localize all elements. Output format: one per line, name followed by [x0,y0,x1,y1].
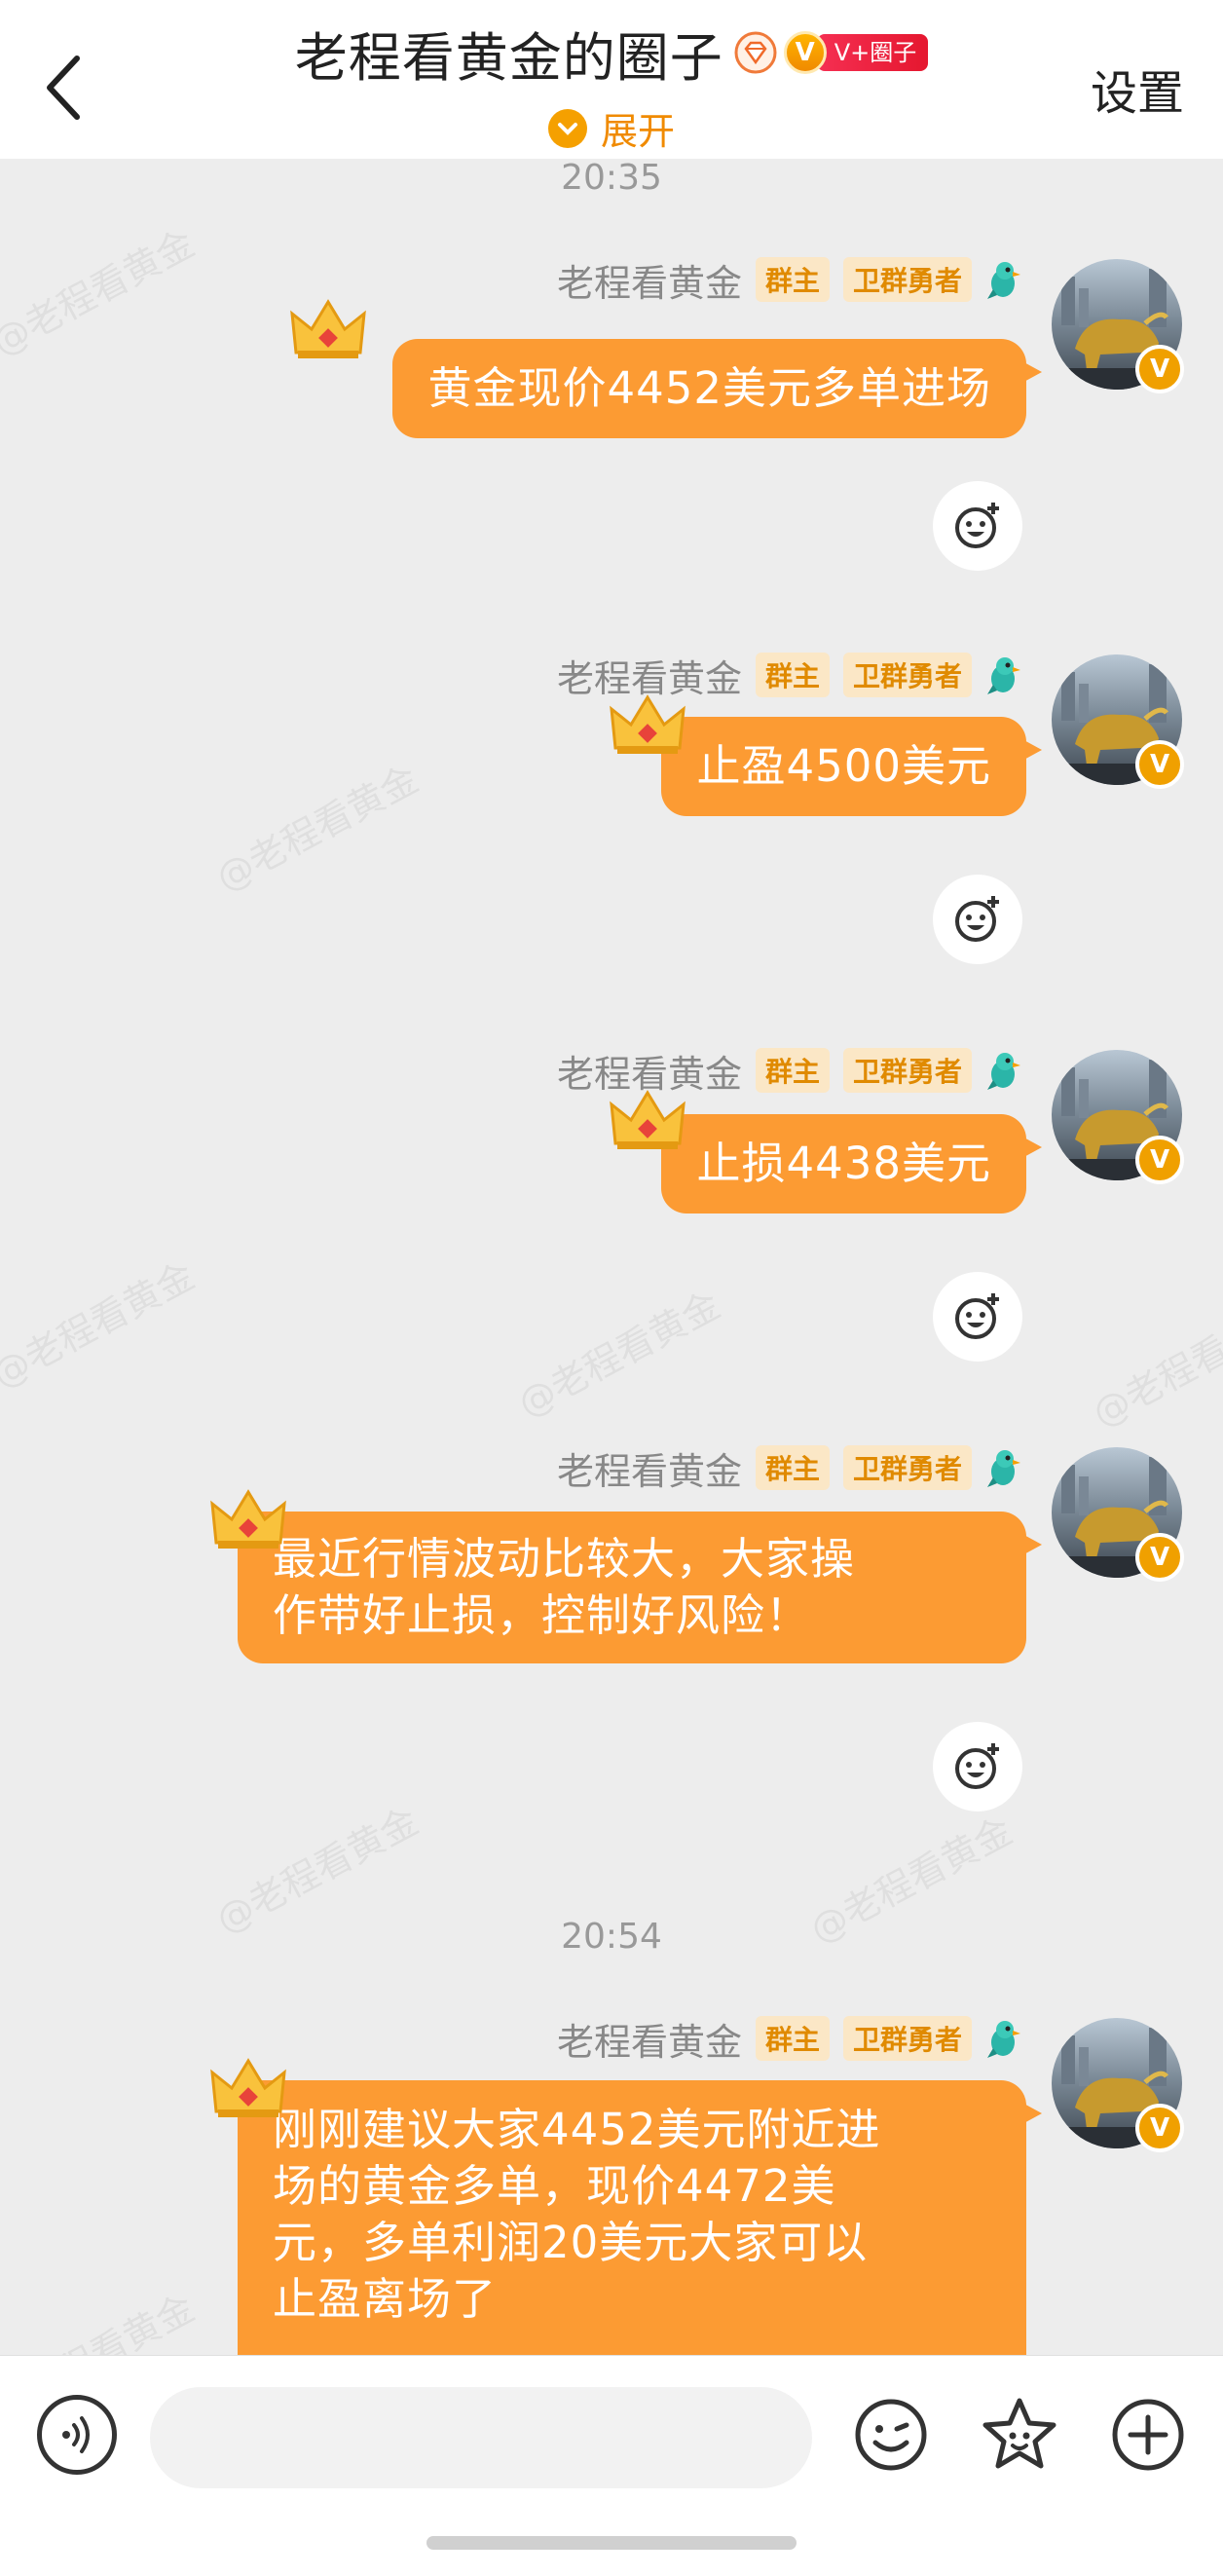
sender-name[interactable]: 老程看黄金 [557,253,742,307]
emoji-add-icon [955,503,999,548]
message-text-line: 止盈离场了 [273,2273,498,2325]
sticker-button[interactable] [980,2395,1059,2475]
guardian-badge: 卫群勇者 [842,1445,972,1490]
more-button[interactable] [1108,2395,1188,2475]
guardian-badge: 卫群勇者 [842,257,972,302]
crown-icon [610,1090,686,1149]
avatar[interactable]: V [1052,259,1184,393]
crown-icon [210,1489,286,1549]
emoji-add-icon [955,1293,999,1339]
title-row[interactable]: 老程看黄金的圈子 V V+圈子 [0,14,1223,92]
message-bubble[interactable]: 止损4438美元 [661,1114,1042,1213]
home-indicator [426,2536,797,2550]
chevron-down-icon [547,108,587,148]
crown-icon [610,694,686,754]
bird-icon [987,1450,1020,1487]
verified-badge-icon: V [1135,2104,1184,2152]
vip-circle-tag: V+圈子 [816,34,929,71]
message-text: 止损4438美元 [696,1138,991,1189]
message-meta: 老程看黄金 群主 卫群勇者 [557,1046,1022,1096]
guardian-badge: 卫群勇者 [842,1048,972,1093]
message-text: 黄金现价4452美元多单进场 [427,362,991,414]
watermark: @老程看黄金 [510,1283,727,1426]
bird-icon [987,1053,1020,1090]
add-reaction-button[interactable] [933,481,1022,571]
diamond-badge-icon [734,31,777,74]
watermark: @老程看黄金 [1085,1292,1223,1436]
crown-icon [210,2058,286,2117]
guardian-badge: 卫群勇者 [842,653,972,697]
message-meta: 老程看黄金 群主 卫群勇者 [557,1441,1022,1495]
star-sticker-icon [982,2398,1056,2469]
expand-label: 展开 [600,110,675,153]
add-reaction-button[interactable] [933,1272,1022,1362]
bird-icon [987,262,1020,299]
vip-v-icon: V [783,31,827,74]
watermark: @老程看黄金 [208,757,426,900]
owner-badge: 群主 [755,257,830,302]
chat-header: 老程看黄金的圈子 V V+圈子 展开 设置 [0,0,1223,159]
page-title: 老程看黄金的圈子 [294,26,723,89]
sender-name[interactable]: 老程看黄金 [557,2012,742,2066]
verified-badge-icon: V [1135,1533,1184,1582]
message-meta: 老程看黄金 群主 卫群勇者 [557,2012,1022,2066]
verified-badge-icon: V [1135,1136,1184,1184]
avatar[interactable]: V [1052,1447,1184,1582]
message-text-line: 元，多单利润20美元大家可以 [273,2217,869,2268]
message-meta: 老程看黄金 群主 卫群勇者 [557,651,1022,700]
add-reaction-button[interactable] [933,875,1022,964]
message-meta: 老程看黄金 群主 卫群勇者 [557,253,1022,307]
avatar[interactable]: V [1052,1050,1184,1184]
message-text-line: 刚刚建议大家4452美元附近进 [273,2104,881,2155]
emoji-add-icon [955,1743,999,1789]
message-text-line: 场的黄金多单，现价4472美 [273,2160,836,2212]
message-bubble[interactable]: 刚刚建议大家4452美元附近进 场的黄金多单，现价4472美 元，多单利润20美… [238,2080,1042,2372]
owner-badge: 群主 [755,653,830,697]
emoji-icon [855,2399,927,2471]
bird-icon [987,2021,1020,2058]
crown-icon [290,299,366,358]
timestamp: 20:35 [561,158,662,198]
settings-button[interactable]: 设置 [1091,55,1184,123]
vip-circle-badge: V V+圈子 [783,31,929,74]
owner-badge: 群主 [755,2016,830,2061]
watermark: @老程看黄金 [0,221,202,364]
message-text: 止盈4500美元 [696,740,991,792]
emoji-button[interactable] [851,2395,931,2475]
watermark: @老程看黄金 [0,1253,202,1397]
bird-icon [987,657,1020,694]
emoji-add-icon [955,896,999,942]
sender-name[interactable]: 老程看黄金 [557,1441,742,1495]
verified-badge-icon: V [1135,345,1184,393]
guardian-badge: 卫群勇者 [842,2016,972,2061]
timestamp: 20:54 [561,1917,662,1957]
expand-toggle[interactable]: 展开 [0,101,1223,155]
message-bubble[interactable]: 止盈4500美元 [661,717,1042,816]
avatar[interactable]: V [1052,2018,1184,2152]
message-text-line: 最近行情波动比较大，大家操 [273,1533,856,1585]
verified-badge-icon: V [1135,740,1184,789]
message-text-line: 作带好止损，控制好风险！ [273,1589,811,1641]
message-bubble[interactable]: 最近行情波动比较大，大家操 作带好止损，控制好风险！ [238,1512,1042,1663]
voice-button[interactable] [37,2395,117,2475]
voice-icon [62,2416,90,2453]
avatar[interactable]: V [1052,654,1184,789]
owner-badge: 群主 [755,1445,830,1490]
owner-badge: 群主 [755,1048,830,1093]
plus-icon [1112,2399,1184,2471]
add-reaction-button[interactable] [933,1722,1022,1811]
message-bubble[interactable]: 黄金现价4452美元多单进场 [392,339,1042,438]
message-input[interactable] [150,2387,812,2488]
